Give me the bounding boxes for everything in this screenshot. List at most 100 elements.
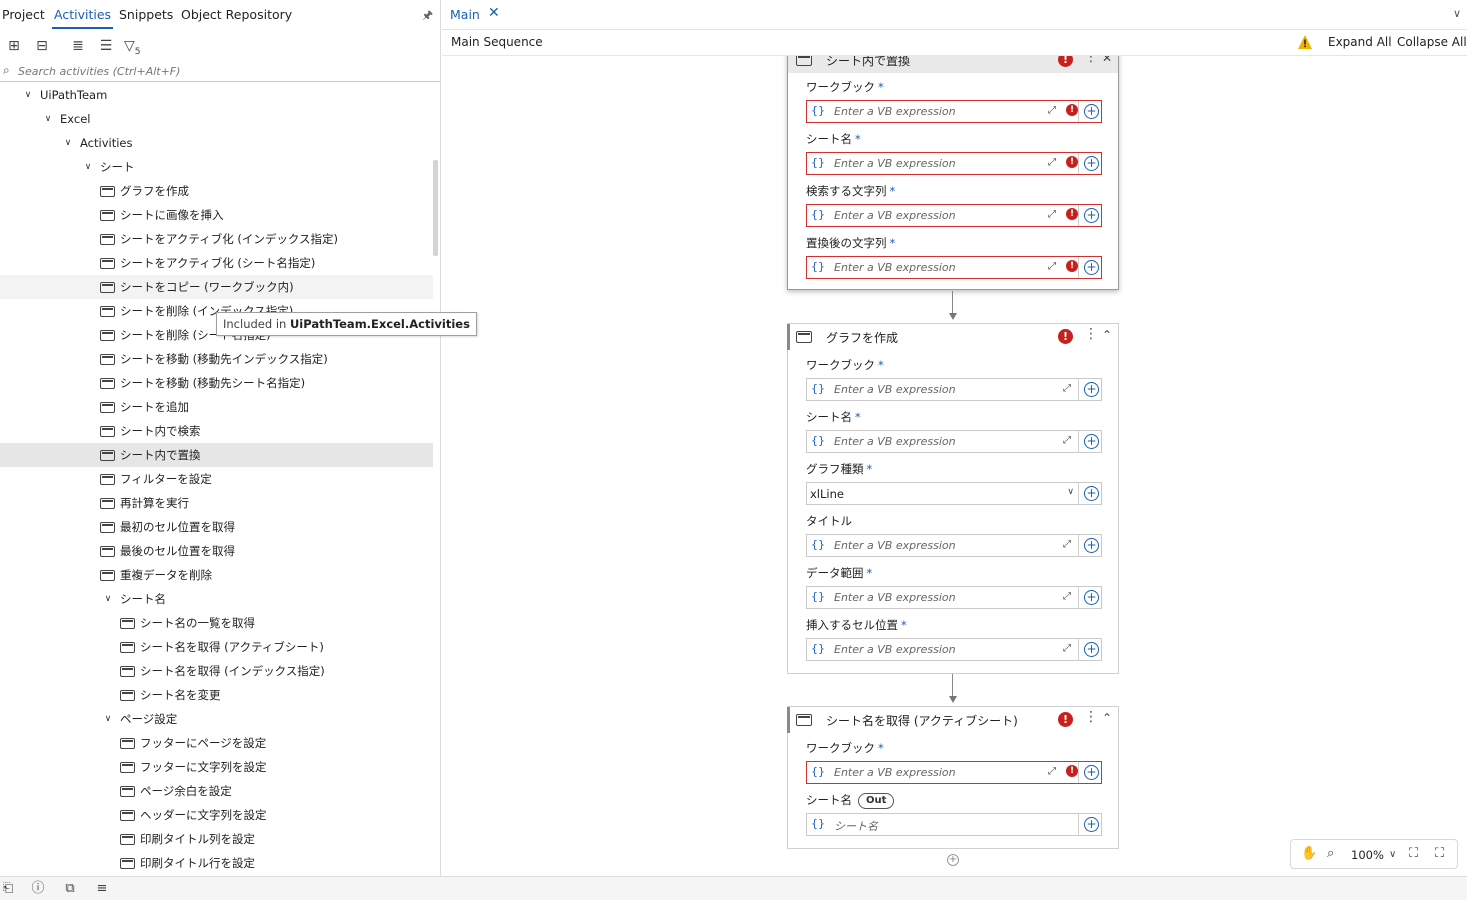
card-header[interactable]: グラフを作成 ! ⋮ ⌃: [787, 324, 1118, 350]
chart-type-select[interactable]: xlLine ∨ +: [806, 482, 1102, 505]
list-item[interactable]: シート名を変更: [0, 683, 433, 707]
list-item[interactable]: シート内で検索: [0, 419, 433, 443]
list-item[interactable]: 重複データを削除: [0, 563, 433, 587]
title-input[interactable]: {} Enter a VB expression ⤢ +: [806, 534, 1102, 557]
expand-editor-icon[interactable]: ⤢: [1063, 643, 1071, 654]
more-icon[interactable]: ⋮: [1084, 709, 1098, 725]
expand-editor-icon[interactable]: ⤢: [1063, 383, 1071, 394]
list-item[interactable]: フィルターを設定: [0, 467, 433, 491]
tree-node-sheet-name[interactable]: ∨ シート名: [0, 587, 433, 611]
list-item[interactable]: 最後のセル位置を取得: [0, 539, 433, 563]
chevron-up-icon[interactable]: ⌃: [1102, 328, 1112, 342]
zoom-level[interactable]: 100%: [1351, 848, 1384, 862]
list-item[interactable]: 最初のセル位置を取得: [0, 515, 433, 539]
close-icon[interactable]: ✕: [488, 5, 500, 21]
chevron-down-icon[interactable]: ∨: [1067, 487, 1074, 497]
insert-cell-input[interactable]: {} Enter a VB expression ⤢ +: [806, 638, 1102, 661]
list-item[interactable]: シートを移動 (移動先シート名指定): [0, 371, 433, 395]
list-item[interactable]: フッターにページを設定: [0, 731, 433, 755]
workbook-input[interactable]: {} Enter a VB expression ⤢ +: [806, 378, 1102, 401]
breadcrumb[interactable]: Main Sequence: [451, 35, 543, 49]
tree-scrollbar[interactable]: [433, 160, 438, 256]
more-icon[interactable]: ⋮: [1084, 56, 1098, 65]
expand-editor-icon[interactable]: ⤢: [1063, 435, 1071, 446]
expand-editor-icon[interactable]: ⤢: [1063, 591, 1071, 602]
tree-node-activities[interactable]: ∨ Activities: [0, 131, 433, 155]
expand-tree-icon[interactable]: ⊞: [6, 38, 22, 54]
chevron-down-icon[interactable]: ∨: [102, 587, 114, 611]
collapse-icon[interactable]: ✕: [1102, 56, 1112, 65]
tab-activities[interactable]: Activities: [51, 7, 114, 29]
list-view-icon[interactable]: ☰: [98, 38, 114, 54]
zoom-icon[interactable]: ⌕: [1327, 846, 1334, 861]
activity-card-create-chart[interactable]: グラフを作成 ! ⋮ ⌃ ワークブック * {} Enter a VB expres…: [787, 323, 1119, 674]
plus-icon[interactable]: +: [1084, 817, 1099, 832]
tree-node-page-setup[interactable]: ∨ ページ設定: [0, 707, 433, 731]
expand-editor-icon[interactable]: ⤢: [1048, 105, 1056, 116]
list-item[interactable]: 印刷タイトル行を設定: [0, 851, 433, 875]
fullscreen-icon[interactable]: ⛶: [1435, 846, 1444, 861]
collapse-all-button[interactable]: Collapse All: [1397, 35, 1467, 49]
expand-editor-icon[interactable]: ⤢: [1048, 157, 1056, 168]
tree-node-uipathteam[interactable]: ∨ UiPathTeam: [0, 83, 433, 107]
chevron-down-icon[interactable]: ∨: [1453, 7, 1461, 20]
list-item[interactable]: グラフを作成: [0, 179, 433, 203]
activity-card-replace-in-sheet[interactable]: シート内で置換 ! ⋮ ✕ ワークブック * {} Enter a VB expre…: [787, 56, 1119, 290]
chevron-up-icon[interactable]: ⌃: [1102, 711, 1112, 725]
list-item[interactable]: シートに画像を挿入: [0, 203, 433, 227]
list-item[interactable]: シート内で置換: [0, 443, 433, 467]
workbook-input[interactable]: {} Enter a VB expression ⤢! +: [806, 761, 1102, 784]
expand-editor-icon[interactable]: ⤢: [1063, 539, 1071, 550]
list-item[interactable]: ヘッダーに文字列を設定: [0, 803, 433, 827]
replace-text-input[interactable]: {} Enter a VB expression ⤢! +: [806, 256, 1102, 279]
add-activity-icon[interactable]: +: [947, 854, 959, 866]
list-item[interactable]: 印刷タイトル列を設定: [0, 827, 433, 851]
tree-node-excel[interactable]: ∨ Excel: [0, 107, 433, 131]
workbook-input[interactable]: {} Enter a VB expression ⤢! +: [806, 100, 1102, 123]
fit-to-screen-icon[interactable]: ⛶: [1409, 846, 1418, 861]
activity-card-get-active-sheet-name[interactable]: シート名を取得 (アクティブシート) ! ⋮ ⌃ ワークブック * {} Enter…: [787, 706, 1119, 849]
more-icon[interactable]: ⋮: [1084, 326, 1098, 342]
list-item[interactable]: シートをアクティブ化 (インデックス指定): [0, 227, 433, 251]
output-icon[interactable]: ⎗: [0, 881, 16, 897]
sheet-name-output-input[interactable]: {} シート名 +: [806, 813, 1102, 836]
list-item[interactable]: シート名を取得 (アクティブシート): [0, 635, 433, 659]
sheet-input[interactable]: {} Enter a VB expression ⤢! +: [806, 152, 1102, 175]
plus-icon[interactable]: +: [1084, 765, 1099, 780]
card-header[interactable]: シート内で置換 ! ⋮ ✕: [788, 56, 1118, 73]
references-icon[interactable]: ≡: [94, 881, 110, 897]
sort-icon[interactable]: ≣: [70, 38, 86, 54]
list-item[interactable]: シートを追加: [0, 395, 433, 419]
error-list-icon[interactable]: ⓘ: [30, 881, 46, 897]
chevron-down-icon[interactable]: ∨: [1389, 849, 1396, 860]
search-text-input[interactable]: {} Enter a VB expression ⤢! +: [806, 204, 1102, 227]
list-item[interactable]: シートを移動 (移動先インデックス指定): [0, 347, 433, 371]
warning-icon[interactable]: [1297, 34, 1313, 50]
chevron-down-icon[interactable]: ∨: [62, 131, 74, 155]
list-item[interactable]: シート名を取得 (インデックス指定): [0, 659, 433, 683]
list-item[interactable]: シートをアクティブ化 (シート名指定): [0, 251, 433, 275]
chevron-down-icon[interactable]: ∨: [102, 707, 114, 731]
collapse-tree-icon[interactable]: ⊟: [34, 38, 50, 54]
plus-icon[interactable]: +: [1084, 382, 1099, 397]
plus-icon[interactable]: +: [1084, 208, 1099, 223]
list-item[interactable]: 再計算を実行: [0, 491, 433, 515]
plus-icon[interactable]: +: [1084, 538, 1099, 553]
card-header[interactable]: シート名を取得 (アクティブシート) ! ⋮ ⌃: [787, 707, 1118, 733]
filter-icon[interactable]: ▽5: [124, 38, 148, 57]
tab-main[interactable]: Main: [450, 7, 480, 22]
pin-icon[interactable]: 🖈: [422, 6, 433, 27]
tab-project[interactable]: Project: [2, 7, 45, 22]
expand-editor-icon[interactable]: ⤢: [1048, 261, 1056, 272]
chevron-down-icon[interactable]: ∨: [42, 107, 54, 131]
hand-tool-icon[interactable]: ✋: [1301, 846, 1317, 861]
chevron-down-icon[interactable]: ∨: [82, 155, 94, 179]
plus-icon[interactable]: +: [1084, 104, 1099, 119]
breakpoints-icon[interactable]: ⧉: [62, 881, 78, 897]
list-item[interactable]: シート名の一覧を取得: [0, 611, 433, 635]
plus-icon[interactable]: +: [1084, 486, 1099, 501]
list-item[interactable]: フッターに文字列を設定: [0, 755, 433, 779]
plus-icon[interactable]: +: [1084, 434, 1099, 449]
search-input[interactable]: [18, 62, 428, 80]
plus-icon[interactable]: +: [1084, 156, 1099, 171]
